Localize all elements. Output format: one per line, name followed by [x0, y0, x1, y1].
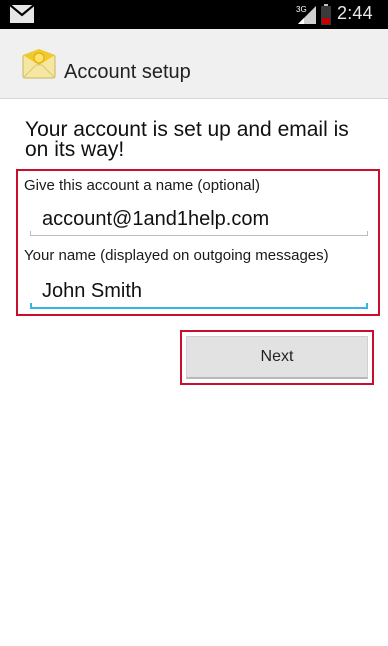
status-time: 2:44 [337, 3, 373, 23]
action-bar: Account setup [0, 29, 388, 99]
email-app-icon[interactable] [22, 49, 56, 84]
account-name-underline [30, 235, 368, 236]
your-name-input[interactable] [30, 274, 370, 308]
your-name-underline [30, 307, 368, 309]
account-name-input[interactable] [30, 202, 370, 236]
setup-complete-message: Your account is set up and email is on i… [25, 118, 349, 161]
next-button[interactable]: Next [186, 336, 368, 379]
your-name-label: Your name (displayed on outgoing message… [24, 247, 329, 264]
account-name-label: Give this account a name (optional) [24, 177, 260, 194]
envelope-icon [9, 4, 35, 28]
status-bar: 3G 2:44 [0, 0, 388, 29]
signal-icon: 3G [296, 4, 318, 29]
actionbar-title: Account setup [64, 61, 191, 83]
network-type-label: 3G [296, 5, 307, 14]
battery-icon [321, 4, 331, 30]
